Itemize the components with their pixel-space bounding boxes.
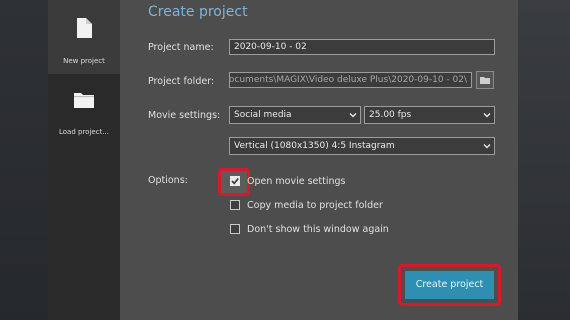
project-folder-input[interactable]: Documents\MAGIX\Video deluxe Plus\2020-0… <box>229 72 472 88</box>
browse-folder-button[interactable] <box>476 71 494 89</box>
folder-icon <box>480 77 490 84</box>
dialog-title: Create project <box>148 4 248 20</box>
fps-select-value: 25.00 fps <box>369 110 412 120</box>
options-label: Options: <box>148 175 188 186</box>
create-project-button[interactable]: Create project <box>405 271 494 299</box>
sidebar-item-label: New project <box>63 57 105 65</box>
preset-select-value: Social media <box>234 110 292 120</box>
chevron-down-icon <box>483 144 491 149</box>
project-name-input[interactable]: 2020-09-10 - 02 <box>229 39 495 55</box>
folder-icon <box>74 93 94 108</box>
format-select[interactable]: Vertical (1080x1350) 4:5 Instagram <box>229 137 495 155</box>
sidebar-item-load-project[interactable]: Load project... <box>48 74 120 164</box>
checkmark-icon <box>231 177 239 185</box>
sidebar-item-new-project[interactable]: New project <box>48 0 120 74</box>
dont-show-again-checkbox[interactable] <box>230 224 240 234</box>
movie-settings-label: Movie settings: <box>148 110 221 121</box>
project-name-label: Project name: <box>148 42 214 53</box>
fps-select[interactable]: 25.00 fps <box>364 106 495 124</box>
open-movie-settings-checkbox[interactable] <box>230 176 240 186</box>
copy-media-label[interactable]: Copy media to project folder <box>247 200 383 211</box>
background-left <box>0 0 48 320</box>
preset-select[interactable]: Social media <box>229 106 361 124</box>
copy-media-checkbox[interactable] <box>230 200 240 210</box>
sidebar-item-label: Load project... <box>59 128 109 136</box>
new-document-icon <box>77 18 92 38</box>
project-folder-label: Project folder: <box>148 76 215 87</box>
format-select-value: Vertical (1080x1350) 4:5 Instagram <box>234 141 395 151</box>
open-movie-settings-label[interactable]: Open movie settings <box>247 176 345 187</box>
chevron-down-icon <box>349 113 357 118</box>
chevron-down-icon <box>483 113 491 118</box>
project-folder-value: Documents\MAGIX\Video deluxe Plus\2020-0… <box>229 75 467 85</box>
dont-show-again-label[interactable]: Don't show this window again <box>247 224 389 235</box>
background-right <box>518 0 570 320</box>
sidebar: New project Load project... <box>48 0 120 320</box>
